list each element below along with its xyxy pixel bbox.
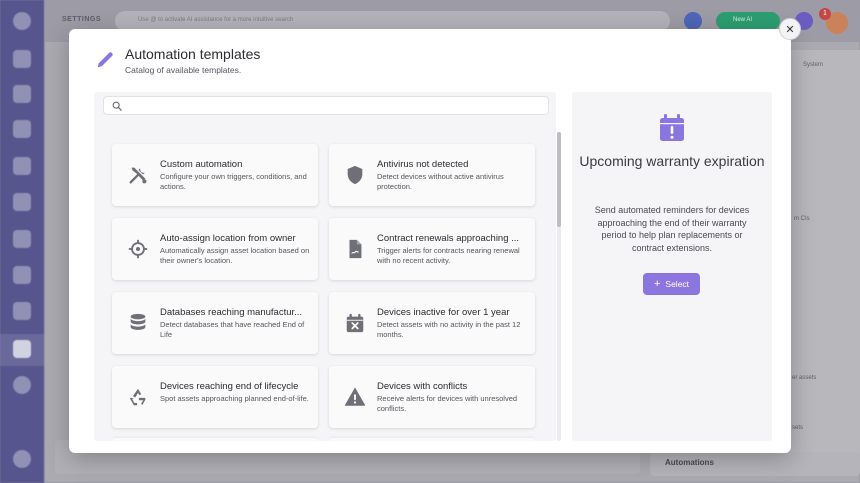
background-chart-icon [13,230,31,248]
dialog-title: Automation templates [125,46,261,62]
template-description: Configure your own triggers, conditions,… [160,172,307,191]
contract-document-icon [349,239,362,259]
background-ai-icon [13,376,31,394]
background-dashboard-icon [13,85,31,103]
background-right-text: er assets [792,375,817,381]
background-assets-icon [13,120,31,138]
template-title: Devices with conflicts [377,381,468,392]
calendar-x-icon [346,313,364,333]
template-card-devices-inactive[interactable]: Devices inactive for over 1 year Detect … [329,292,535,354]
background-right-text: sets [792,425,804,431]
select-template-button[interactable]: + Select [643,273,700,295]
template-card-partial[interactable] [112,438,318,441]
detail-title: Upcoming warranty expiration [579,153,765,169]
background-right-panel [790,50,860,470]
crosshair-icon [128,239,148,259]
background-notification-icon [684,12,702,30]
background-gear-icon [13,340,31,358]
background-inbox-icon [13,50,31,68]
template-description: Detect devices without active antivirus … [377,172,504,191]
template-description: Trigger alerts for contracts nearing ren… [377,246,520,265]
shield-icon [347,165,363,185]
background-megaphone-icon [13,302,31,320]
template-description: Detect databases that have reached End o… [160,320,305,339]
template-title: Custom automation [160,159,243,170]
automation-templates-dialog: Automation templates Catalog of availabl… [69,29,791,453]
template-list-scrollbar-thumb[interactable] [557,132,561,227]
template-card-partial[interactable] [329,438,535,441]
background-logo-icon [13,12,31,30]
template-description: Receive alerts for devices with unresolv… [377,394,518,413]
template-title: Databases reaching manufactur... [160,307,303,318]
background-right-text: m CIs [794,216,810,222]
background-notification-badge: 1 [819,8,831,20]
background-reports-icon [13,157,31,175]
background-profile-icon [13,450,31,468]
background-sidebar [0,0,44,483]
template-card-devices-end-of-lifecycle[interactable]: Devices reaching end of lifecycle Spot a… [112,366,318,428]
template-card-custom-automation[interactable]: Custom automation Configure your own tri… [112,144,318,206]
background-search-placeholder: Use @ to activate AI assistance for a mo… [138,17,294,23]
background-history-icon [13,266,31,284]
template-search-input[interactable] [126,98,536,113]
background-right-text: System [803,62,824,68]
template-title: Contract renewals approaching ... [377,233,520,244]
template-description: Spot assets approaching planned end-of-l… [160,394,309,403]
template-description: Detect assets with no activity in the pa… [377,320,521,339]
pencil-icon [97,52,113,68]
template-title: Antivirus not detected [377,159,469,170]
template-title: Auto-assign location from owner [160,233,296,244]
template-detail-panel: Upcoming warranty expiration Send automa… [572,92,772,441]
template-card-databases-eol[interactable]: Databases reaching manufactur... Detect … [112,292,318,354]
select-button-label: Select [665,279,690,289]
template-title: Devices reaching end of lifecycle [160,381,299,392]
template-card-auto-assign-location[interactable]: Auto-assign location from owner Automati… [112,218,318,280]
template-card-devices-with-conflicts[interactable]: Devices with conflicts Receive alerts fo… [329,366,535,428]
recycle-icon [129,388,146,406]
template-card-contract-renewals[interactable]: Contract renewals approaching ... Trigge… [329,218,535,280]
template-card-antivirus[interactable]: Antivirus not detected Detect devices wi… [329,144,535,206]
template-search-box[interactable] [103,96,549,115]
template-title: Devices inactive for over 1 year [377,307,510,318]
plus-icon: + [653,277,661,290]
database-icon [130,313,146,330]
template-list-panel: Custom automation Configure your own tri… [94,92,556,441]
wrench-screwdriver-icon [129,167,147,184]
background-primary-button-label: New AI [733,17,753,23]
calendar-alert-icon [660,114,684,141]
template-description: Automatically assign asset location base… [160,246,310,265]
warning-icon [344,387,366,406]
background-section-label: SETTINGS [62,16,102,23]
search-icon [112,101,122,111]
close-button[interactable]: ✕ [779,18,801,40]
detail-description: Send automated reminders for devices app… [594,205,750,253]
background-calendar-icon [13,193,31,211]
dialog-subtitle: Catalog of available templates. [125,65,242,75]
background-automations-label: Automations [665,458,714,467]
